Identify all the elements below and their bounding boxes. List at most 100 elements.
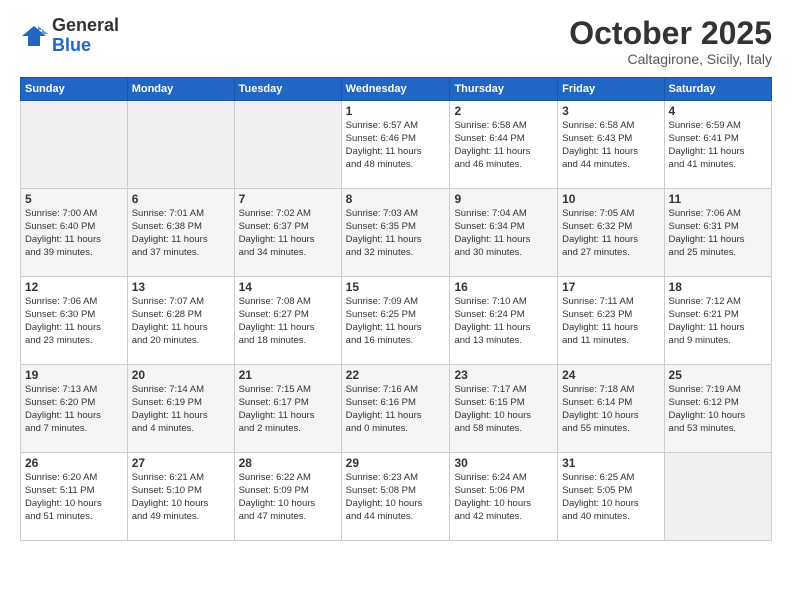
day-info: Sunrise: 7:14 AMSunset: 6:19 PMDaylight:… — [132, 384, 230, 435]
day-number: 16 — [454, 280, 553, 294]
calendar-cell: 1Sunrise: 6:57 AMSunset: 6:46 PMDaylight… — [341, 101, 450, 189]
logo-general: General — [52, 15, 119, 35]
calendar-week-4: 19 Sunrise: 7:13 AMSunset: 6:20 PMDayligh… — [21, 365, 772, 453]
calendar-header-row: SundayMondayTuesdayWednesdayThursdayFrid… — [21, 78, 772, 101]
logo-icon — [20, 22, 48, 50]
day-number: 2 — [454, 104, 553, 118]
day-info: Sunrise: 7:11 AMSunset: 6:23 PMDaylight:… — [562, 296, 659, 347]
calendar-cell: 18Sunrise: 7:12 AMSunset: 6:21 PMDayligh… — [664, 277, 771, 365]
calendar-cell: 10 Sunrise: 7:05 AMSunset: 6:32 PMDayligh… — [558, 189, 664, 277]
calendar-cell: 17 Sunrise: 7:11 AMSunset: 6:23 PMDayligh… — [558, 277, 664, 365]
calendar-cell: 12 Sunrise: 7:06 AMSunset: 6:30 PMDayligh… — [21, 277, 128, 365]
calendar-cell: 26 Sunrise: 6:20 AMSunset: 5:11 PMDayligh… — [21, 453, 128, 541]
calendar-cell: 15 Sunrise: 7:09 AMSunset: 6:25 PMDayligh… — [341, 277, 450, 365]
day-number: 13 — [132, 280, 230, 294]
day-number: 4 — [669, 104, 767, 118]
calendar-cell: 24Sunrise: 7:18 AMSunset: 6:14 PMDayligh… — [558, 365, 664, 453]
calendar-cell — [234, 101, 341, 189]
day-info: Sunrise: 6:22 AMSunset: 5:09 PMDaylight:… — [239, 472, 337, 523]
day-info: Sunrise: 6:23 AMSunset: 5:08 PMDaylight:… — [346, 472, 446, 523]
logo: General Blue — [20, 16, 119, 56]
day-header-wednesday: Wednesday — [341, 78, 450, 101]
calendar-cell: 20 Sunrise: 7:14 AMSunset: 6:19 PMDayligh… — [127, 365, 234, 453]
day-info: Sunrise: 7:13 AMSunset: 6:20 PMDaylight:… — [25, 384, 123, 435]
calendar-cell: 13 Sunrise: 7:07 AMSunset: 6:28 PMDayligh… — [127, 277, 234, 365]
day-number: 22 — [346, 368, 446, 382]
day-info: Sunrise: 6:58 AMSunset: 6:43 PMDaylight:… — [562, 120, 659, 171]
day-header-monday: Monday — [127, 78, 234, 101]
day-number: 19 — [25, 368, 123, 382]
day-info: Sunrise: 7:04 AMSunset: 6:34 PMDaylight:… — [454, 208, 553, 259]
calendar-cell: 31Sunrise: 6:25 AMSunset: 5:05 PMDayligh… — [558, 453, 664, 541]
calendar-cell: 6 Sunrise: 7:01 AMSunset: 6:38 PMDaylight… — [127, 189, 234, 277]
day-header-thursday: Thursday — [450, 78, 558, 101]
day-info: Sunrise: 7:02 AMSunset: 6:37 PMDaylight:… — [239, 208, 337, 259]
day-info: Sunrise: 7:16 AMSunset: 6:16 PMDaylight:… — [346, 384, 446, 435]
day-info: Sunrise: 6:25 AMSunset: 5:05 PMDaylight:… — [562, 472, 659, 523]
calendar-cell: 16 Sunrise: 7:10 AMSunset: 6:24 PMDayligh… — [450, 277, 558, 365]
header: General Blue October 2025 Caltagirone, S… — [20, 16, 772, 67]
calendar-cell: 22 Sunrise: 7:16 AMSunset: 6:16 PMDayligh… — [341, 365, 450, 453]
calendar-cell — [664, 453, 771, 541]
day-info: Sunrise: 6:58 AMSunset: 6:44 PMDaylight:… — [454, 120, 553, 171]
calendar-cell: 9Sunrise: 7:04 AMSunset: 6:34 PMDaylight… — [450, 189, 558, 277]
day-info: Sunrise: 7:05 AMSunset: 6:32 PMDaylight:… — [562, 208, 659, 259]
day-header-saturday: Saturday — [664, 78, 771, 101]
day-number: 6 — [132, 192, 230, 206]
calendar: SundayMondayTuesdayWednesdayThursdayFrid… — [20, 77, 772, 541]
calendar-cell: 28Sunrise: 6:22 AMSunset: 5:09 PMDayligh… — [234, 453, 341, 541]
calendar-cell — [127, 101, 234, 189]
calendar-cell: 4 Sunrise: 6:59 AMSunset: 6:41 PMDaylight… — [664, 101, 771, 189]
day-info: Sunrise: 7:01 AMSunset: 6:38 PMDaylight:… — [132, 208, 230, 259]
day-number: 5 — [25, 192, 123, 206]
day-number: 8 — [346, 192, 446, 206]
day-number: 26 — [25, 456, 123, 470]
calendar-cell: 14Sunrise: 7:08 AMSunset: 6:27 PMDayligh… — [234, 277, 341, 365]
day-number: 11 — [669, 192, 767, 206]
calendar-cell: 21Sunrise: 7:15 AMSunset: 6:17 PMDayligh… — [234, 365, 341, 453]
day-info: Sunrise: 7:09 AMSunset: 6:25 PMDaylight:… — [346, 296, 446, 347]
day-number: 12 — [25, 280, 123, 294]
day-number: 21 — [239, 368, 337, 382]
day-number: 20 — [132, 368, 230, 382]
calendar-cell: 11 Sunrise: 7:06 AMSunset: 6:31 PMDayligh… — [664, 189, 771, 277]
day-info: Sunrise: 7:00 AMSunset: 6:40 PMDaylight:… — [25, 208, 123, 259]
day-number: 23 — [454, 368, 553, 382]
calendar-cell: 7 Sunrise: 7:02 AMSunset: 6:37 PMDaylight… — [234, 189, 341, 277]
calendar-cell: 30 Sunrise: 6:24 AMSunset: 5:06 PMDayligh… — [450, 453, 558, 541]
calendar-week-3: 12 Sunrise: 7:06 AMSunset: 6:30 PMDayligh… — [21, 277, 772, 365]
day-info: Sunrise: 7:06 AMSunset: 6:31 PMDaylight:… — [669, 208, 767, 259]
day-header-tuesday: Tuesday — [234, 78, 341, 101]
day-number: 10 — [562, 192, 659, 206]
day-info: Sunrise: 6:59 AMSunset: 6:41 PMDaylight:… — [669, 120, 767, 171]
day-number: 27 — [132, 456, 230, 470]
day-info: Sunrise: 6:57 AMSunset: 6:46 PMDaylight:… — [346, 120, 446, 171]
day-info: Sunrise: 7:17 AMSunset: 6:15 PMDaylight:… — [454, 384, 553, 435]
day-number: 7 — [239, 192, 337, 206]
calendar-cell — [21, 101, 128, 189]
day-info: Sunrise: 7:10 AMSunset: 6:24 PMDaylight:… — [454, 296, 553, 347]
day-info: Sunrise: 7:06 AMSunset: 6:30 PMDaylight:… — [25, 296, 123, 347]
day-number: 15 — [346, 280, 446, 294]
location: Caltagirone, Sicily, Italy — [569, 51, 772, 67]
day-info: Sunrise: 6:24 AMSunset: 5:06 PMDaylight:… — [454, 472, 553, 523]
calendar-cell: 2 Sunrise: 6:58 AMSunset: 6:44 PMDaylight… — [450, 101, 558, 189]
day-info: Sunrise: 6:21 AMSunset: 5:10 PMDaylight:… — [132, 472, 230, 523]
calendar-cell: 8 Sunrise: 7:03 AMSunset: 6:35 PMDaylight… — [341, 189, 450, 277]
day-info: Sunrise: 6:20 AMSunset: 5:11 PMDaylight:… — [25, 472, 123, 523]
day-info: Sunrise: 7:07 AMSunset: 6:28 PMDaylight:… — [132, 296, 230, 347]
day-number: 29 — [346, 456, 446, 470]
day-number: 3 — [562, 104, 659, 118]
calendar-cell: 23 Sunrise: 7:17 AMSunset: 6:15 PMDayligh… — [450, 365, 558, 453]
day-number: 17 — [562, 280, 659, 294]
day-number: 25 — [669, 368, 767, 382]
calendar-cell: 25Sunrise: 7:19 AMSunset: 6:12 PMDayligh… — [664, 365, 771, 453]
title-block: October 2025 Caltagirone, Sicily, Italy — [569, 16, 772, 67]
day-number: 30 — [454, 456, 553, 470]
day-number: 14 — [239, 280, 337, 294]
day-info: Sunrise: 7:03 AMSunset: 6:35 PMDaylight:… — [346, 208, 446, 259]
calendar-cell: 19 Sunrise: 7:13 AMSunset: 6:20 PMDayligh… — [21, 365, 128, 453]
day-info: Sunrise: 7:18 AMSunset: 6:14 PMDaylight:… — [562, 384, 659, 435]
calendar-week-5: 26 Sunrise: 6:20 AMSunset: 5:11 PMDayligh… — [21, 453, 772, 541]
calendar-cell: 5 Sunrise: 7:00 AMSunset: 6:40 PMDaylight… — [21, 189, 128, 277]
